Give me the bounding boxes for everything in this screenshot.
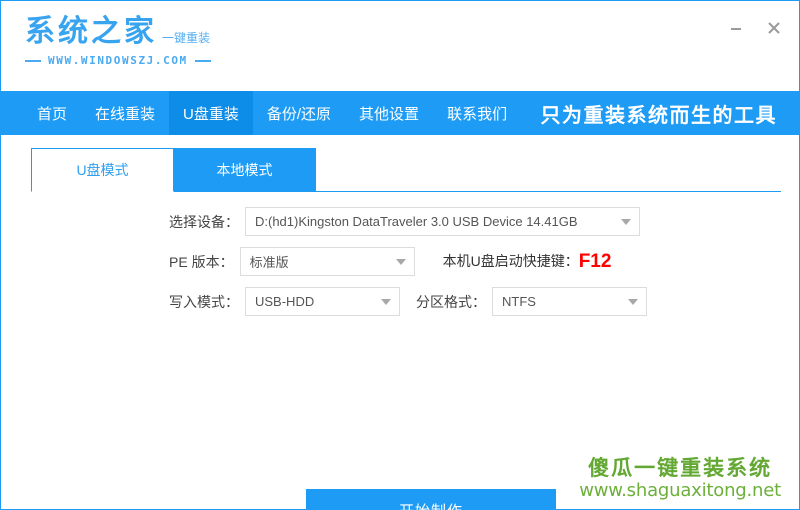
partition-format-select[interactable]: NTFS xyxy=(492,287,647,316)
boot-hotkey-label: 本机U盘启动快捷键： xyxy=(442,252,579,269)
nav-item-label: 联系我们 xyxy=(447,105,508,123)
app-logo: 系统之家 一键重装 WWW.WINDOWSZJ.COM xyxy=(25,17,211,67)
app-window: 系统之家 一键重装 WWW.WINDOWSZJ.COM 首页 在线重装 U盘重装… xyxy=(0,0,800,510)
form-row-pe-version: PE 版本： 标准版 本机U盘启动快捷键：F12 xyxy=(1,247,799,276)
watermark-title: 傻瓜一键重装系统 xyxy=(588,456,773,481)
minimize-button[interactable] xyxy=(725,17,747,39)
tab-label: U盘模式 xyxy=(76,162,129,178)
form-row-write-mode: 写入模式： USB-HDD 分区格式： NTFS xyxy=(1,287,799,316)
device-select-value: D:(hd1)Kingston DataTraveler 3.0 USB Dev… xyxy=(255,214,578,229)
chevron-down-icon xyxy=(628,298,638,305)
nav-item-label: 备份/还原 xyxy=(266,105,332,123)
logo-url-line: WWW.WINDOWSZJ.COM xyxy=(25,54,211,67)
device-label: 选择设备： xyxy=(169,213,239,230)
tab-label: 本地模式 xyxy=(216,162,273,178)
pe-version-select[interactable]: 标准版 xyxy=(239,247,415,276)
close-icon xyxy=(768,22,780,34)
nav-slogan: 只为重装系统而生的工具 xyxy=(540,104,777,127)
device-select[interactable]: D:(hd1)Kingston DataTraveler 3.0 USB Dev… xyxy=(245,207,640,236)
partition-format-select-value: NTFS xyxy=(502,294,536,309)
nav-item-home[interactable]: 首页 xyxy=(23,91,81,135)
chevron-down-icon xyxy=(381,298,391,305)
form-row-device: 选择设备： D:(hd1)Kingston DataTraveler 3.0 U… xyxy=(1,207,799,236)
nav-item-contact-us[interactable]: 联系我们 xyxy=(433,91,521,135)
nav-item-backup-restore[interactable]: 备份/还原 xyxy=(253,91,345,135)
minimize-icon xyxy=(731,28,741,30)
pe-version-select-value: 标准版 xyxy=(249,255,289,270)
logo-main-text: 系统之家 xyxy=(25,14,157,49)
main-nav-bar: 首页 在线重装 U盘重装 备份/还原 其他设置 联系我们 只为重装系统而生的工具 xyxy=(1,91,799,135)
close-button[interactable] xyxy=(763,17,785,39)
title-bar: 系统之家 一键重装 WWW.WINDOWSZJ.COM xyxy=(1,1,799,91)
content-area: U盘模式 本地模式 选择设备： D:(hd1)Kingston DataTrav… xyxy=(1,135,799,510)
nav-item-label: U盘重装 xyxy=(183,105,239,123)
pe-version-label: PE 版本： xyxy=(169,253,234,270)
start-make-button-label: 开始制作 xyxy=(399,500,463,510)
logo-sub-text: 一键重装 xyxy=(162,31,211,45)
logo-dash-left-icon xyxy=(25,59,41,62)
nav-item-label: 在线重装 xyxy=(95,105,156,123)
watermark: 傻瓜一键重装系统 www.shaguaxitong.net xyxy=(579,457,781,501)
chevron-down-icon xyxy=(621,218,631,225)
nav-item-other-settings[interactable]: 其他设置 xyxy=(345,91,433,135)
usb-settings-form: 选择设备： D:(hd1)Kingston DataTraveler 3.0 U… xyxy=(1,207,799,327)
nav-item-label: 首页 xyxy=(37,105,68,123)
nav-item-usb-reinstall[interactable]: U盘重装 xyxy=(169,91,253,135)
partition-format-label: 分区格式： xyxy=(416,293,486,310)
tab-usb-mode[interactable]: U盘模式 xyxy=(31,148,174,192)
logo-dash-right-icon xyxy=(194,59,211,62)
nav-item-label: 其他设置 xyxy=(359,105,420,123)
write-mode-label: 写入模式： xyxy=(169,293,239,310)
watermark-url: www.shaguaxitong.net xyxy=(579,479,781,501)
boot-hotkey-info: 本机U盘启动快捷键：F12 xyxy=(443,251,612,273)
logo-url-text: WWW.WINDOWSZJ.COM xyxy=(48,54,188,67)
mode-tabs: U盘模式 本地模式 xyxy=(31,148,316,192)
chevron-down-icon xyxy=(395,258,406,265)
logo-title-line: 系统之家 一键重装 xyxy=(25,17,211,47)
write-mode-select[interactable]: USB-HDD xyxy=(245,287,400,316)
nav-item-online-reinstall[interactable]: 在线重装 xyxy=(81,91,169,135)
window-controls xyxy=(725,17,785,39)
boot-hotkey-value: F12 xyxy=(578,250,612,272)
nav-item-list: 首页 在线重装 U盘重装 备份/还原 其他设置 联系我们 xyxy=(1,91,521,135)
write-mode-select-value: USB-HDD xyxy=(255,294,315,309)
tab-local-mode[interactable]: 本地模式 xyxy=(173,148,316,192)
start-make-button[interactable]: 开始制作 xyxy=(306,489,556,510)
